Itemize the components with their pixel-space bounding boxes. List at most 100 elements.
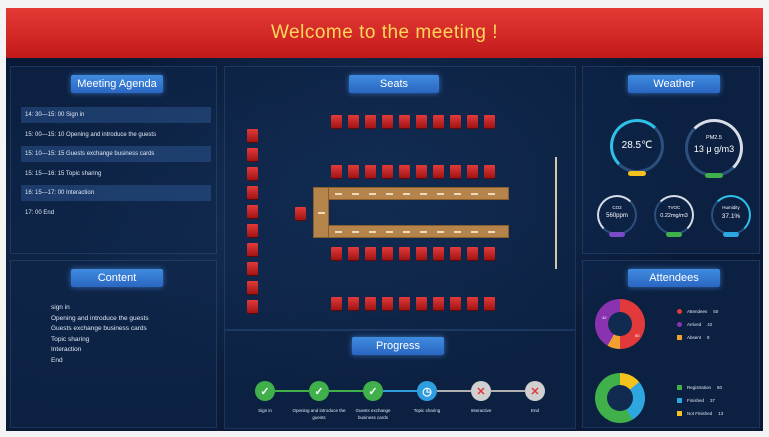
progress-step-label: Opening and introduce the guests <box>292 408 346 420</box>
content-item: Interaction <box>51 346 82 353</box>
seat[interactable] <box>247 243 258 256</box>
weather-title: Weather <box>628 75 720 93</box>
seat[interactable] <box>484 297 495 310</box>
seat[interactable] <box>365 247 376 260</box>
agenda-item: 15: 10—15: 15 Guests exchange business c… <box>21 146 211 162</box>
seat[interactable] <box>247 281 258 294</box>
attendees-panel: Attendees 42 50 Attendees 50 Arrived 42 Abse… <box>582 260 760 428</box>
legend-swatch <box>677 398 682 403</box>
attendees-title: Attendees <box>628 269 720 287</box>
legend-item: Absent 8 <box>677 335 710 340</box>
seat[interactable] <box>399 247 410 260</box>
seat[interactable] <box>382 115 393 128</box>
seat[interactable] <box>247 148 258 161</box>
seat[interactable] <box>382 297 393 310</box>
welcome-banner: Welcome to the meeting ! <box>6 8 763 58</box>
content-list: sign in Opening and introduce the guests G… <box>51 303 149 366</box>
seat[interactable] <box>365 297 376 310</box>
seat[interactable] <box>450 165 461 178</box>
check-icon[interactable]: ✓ <box>309 381 329 401</box>
seat[interactable] <box>295 207 306 220</box>
check-icon[interactable]: ✓ <box>363 381 383 401</box>
agenda-panel: Meeting Agenda 14: 30—15: 00 Sign in 15: … <box>10 66 217 254</box>
humidity-bar <box>723 232 739 237</box>
seat[interactable] <box>450 297 461 310</box>
conference-table <box>313 187 509 200</box>
seat[interactable] <box>247 129 258 142</box>
seat[interactable] <box>399 297 410 310</box>
seat[interactable] <box>348 165 359 178</box>
seat[interactable] <box>484 115 495 128</box>
seat[interactable] <box>433 297 444 310</box>
progress-connector <box>383 390 417 392</box>
tvoc-bar <box>666 232 682 237</box>
seat[interactable] <box>331 247 342 260</box>
seat[interactable] <box>484 165 495 178</box>
seat[interactable] <box>416 115 427 128</box>
check-icon[interactable]: ✓ <box>255 381 275 401</box>
agenda-title: Meeting Agenda <box>71 75 163 93</box>
progress-connector <box>275 390 309 392</box>
seat[interactable] <box>416 247 427 260</box>
seat[interactable] <box>450 115 461 128</box>
legend-value: 50 <box>713 309 719 314</box>
cross-icon[interactable]: ✕ <box>525 381 545 401</box>
agenda-item: 15: 15—16: 15 Topic sharing <box>25 170 102 177</box>
seat[interactable] <box>348 297 359 310</box>
seat[interactable] <box>331 297 342 310</box>
progress-step-label: Topic sharing <box>413 408 441 413</box>
seat[interactable] <box>348 115 359 128</box>
legend-label: Arrived <box>687 322 702 327</box>
legend-value: 37 <box>710 398 716 403</box>
seat[interactable] <box>467 247 478 260</box>
weather-panel: Weather 28.5℃ PM2.5 13 μ g/m3 CO2 560ppm… <box>582 66 760 254</box>
cross-icon[interactable]: ✕ <box>471 381 491 401</box>
seat[interactable] <box>467 297 478 310</box>
content-item: Guests exchange business cards <box>51 325 147 332</box>
seat[interactable] <box>467 115 478 128</box>
legend-value: 50 <box>717 385 723 390</box>
seat[interactable] <box>416 165 427 178</box>
seat[interactable] <box>450 247 461 260</box>
co2-value: 560ppm <box>606 213 628 219</box>
co2-label: CO2 <box>612 205 622 210</box>
seat[interactable] <box>382 165 393 178</box>
pm25-label: PM2.5 <box>706 135 722 141</box>
seat[interactable] <box>433 115 444 128</box>
meeting-dashboard: Welcome to the meeting ! Meeting Agenda … <box>6 8 763 431</box>
seat[interactable] <box>416 297 427 310</box>
seat[interactable] <box>433 247 444 260</box>
clock-icon[interactable]: ◷ <box>417 381 437 401</box>
pm25-value: 13 μ g/m3 <box>693 144 735 154</box>
seat[interactable] <box>467 165 478 178</box>
conference-table <box>313 225 509 238</box>
seat[interactable] <box>365 165 376 178</box>
progress-panel: Progress ✓ Sign in ✓ Opening and introduce … <box>224 330 576 429</box>
seat[interactable] <box>399 115 410 128</box>
legend-swatch <box>677 309 682 314</box>
progress-step-label: Interactive <box>470 408 492 413</box>
seat[interactable] <box>247 300 258 313</box>
seat[interactable] <box>399 165 410 178</box>
seat[interactable] <box>348 247 359 260</box>
seat[interactable] <box>433 165 444 178</box>
legend-label: Finished <box>687 398 705 403</box>
seat[interactable] <box>247 224 258 237</box>
progress-step-label: Guests exchange business cards <box>355 408 391 420</box>
seat[interactable] <box>247 262 258 275</box>
seat[interactable] <box>331 115 342 128</box>
seat-scrollbar[interactable] <box>555 157 557 269</box>
temperature-value: 28.5℃ <box>621 140 653 151</box>
seat[interactable] <box>247 186 258 199</box>
humidity-label: Humidity <box>722 205 740 210</box>
content-title: Content <box>71 269 163 287</box>
seat[interactable] <box>247 167 258 180</box>
legend-item: Arrived 42 <box>677 322 712 327</box>
content-item: Topic sharing <box>51 335 90 343</box>
humidity-value: 37.1% <box>721 213 741 220</box>
seat[interactable] <box>331 165 342 178</box>
seat[interactable] <box>382 247 393 260</box>
seat[interactable] <box>484 247 495 260</box>
seat[interactable] <box>247 205 258 218</box>
seat[interactable] <box>365 115 376 128</box>
